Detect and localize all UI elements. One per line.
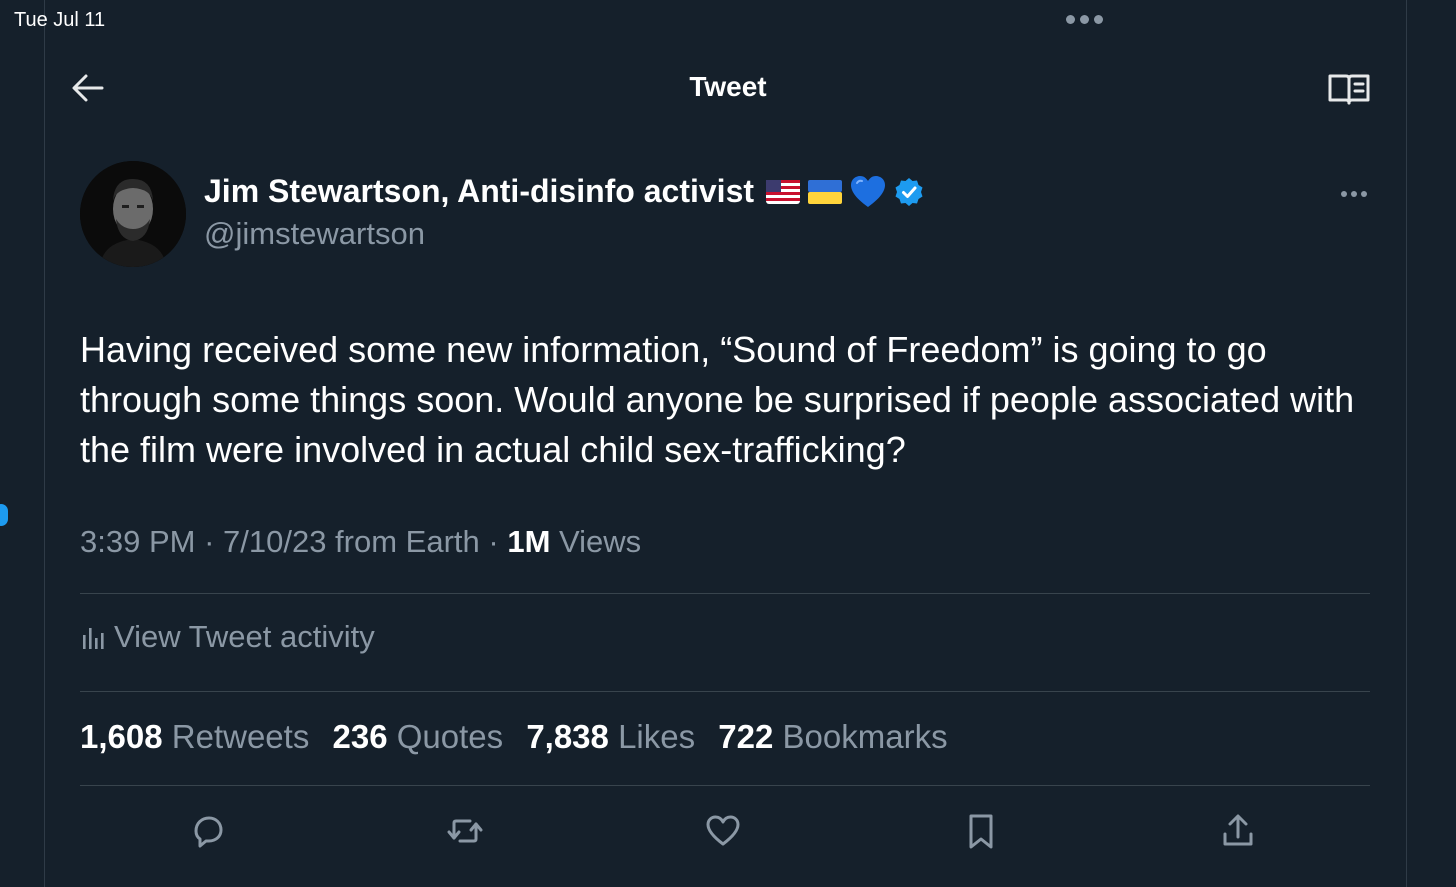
us-flag-icon xyxy=(766,179,801,204)
sidebar-indicator xyxy=(0,504,8,526)
divider xyxy=(80,691,1370,692)
reader-book-icon xyxy=(1328,74,1370,105)
profile-photo xyxy=(80,161,186,267)
like-icon xyxy=(706,815,740,846)
bookmarks-stat[interactable]: 722 Bookmarks xyxy=(718,718,947,755)
avatar[interactable] xyxy=(80,161,186,267)
status-bar-date: Tue Jul 11 xyxy=(14,9,106,31)
divider xyxy=(80,593,1370,594)
ukraine-flag-icon xyxy=(808,179,843,204)
divider xyxy=(80,785,1370,786)
like-button[interactable] xyxy=(702,810,744,852)
left-pane-divider xyxy=(44,0,45,887)
name-emoji-group xyxy=(766,175,924,209)
retweets-stat[interactable]: 1,608 Retweets xyxy=(80,718,309,755)
share-button[interactable] xyxy=(1217,810,1259,852)
author-name: Jim Stewartson, Anti-disinfo activist xyxy=(204,173,755,209)
views-count: 1M xyxy=(507,524,551,559)
retweet-icon xyxy=(447,819,483,843)
right-pane-divider xyxy=(1406,0,1407,887)
reply-button[interactable] xyxy=(187,810,229,852)
views-label: Views xyxy=(550,524,642,559)
reader-mode-button[interactable] xyxy=(1326,70,1372,108)
more-dots-icon xyxy=(1341,191,1367,197)
bookmark-button[interactable] xyxy=(960,810,1002,852)
blue-heart-icon xyxy=(851,175,886,207)
bookmark-icon xyxy=(969,814,993,849)
reply-icon xyxy=(194,816,223,848)
meta-separator: · xyxy=(479,524,508,559)
tweet-metadata: 3:39 PM · 7/10/23 from Earth · 1M Views xyxy=(80,524,641,560)
engagement-stats: 1,608 Retweets 236 Quotes 7,838 Likes 72… xyxy=(80,718,962,756)
likes-stat[interactable]: 7,838 Likes xyxy=(526,718,695,755)
activity-label: View Tweet activity xyxy=(114,619,375,654)
multitasking-dots-icon[interactable] xyxy=(1066,15,1103,24)
share-icon xyxy=(1223,814,1253,846)
author-handle[interactable]: @jimstewartson xyxy=(204,216,425,252)
page-title: Tweet xyxy=(689,71,767,102)
quotes-stat[interactable]: 236 Quotes xyxy=(333,718,504,755)
tweet-text: Having received some new information, “S… xyxy=(80,329,1355,470)
meta-separator: · xyxy=(195,524,224,559)
retweet-button[interactable] xyxy=(444,810,486,852)
author-name-row[interactable]: Jim Stewartson, Anti-disinfo activist xyxy=(204,173,924,210)
view-tweet-activity-button[interactable]: View Tweet activity xyxy=(80,619,375,655)
more-options-button[interactable] xyxy=(1338,182,1370,206)
tweet-time[interactable]: 3:39 PM xyxy=(80,524,195,559)
tweet-date-source: 7/10/23 from Earth xyxy=(223,524,480,559)
analytics-bars-icon xyxy=(83,628,104,649)
tweet-detail-screen: Tue Jul 11 Tweet Jim Stewartson, Anti-di… xyxy=(0,0,1456,887)
verified-badge-icon xyxy=(895,177,923,206)
